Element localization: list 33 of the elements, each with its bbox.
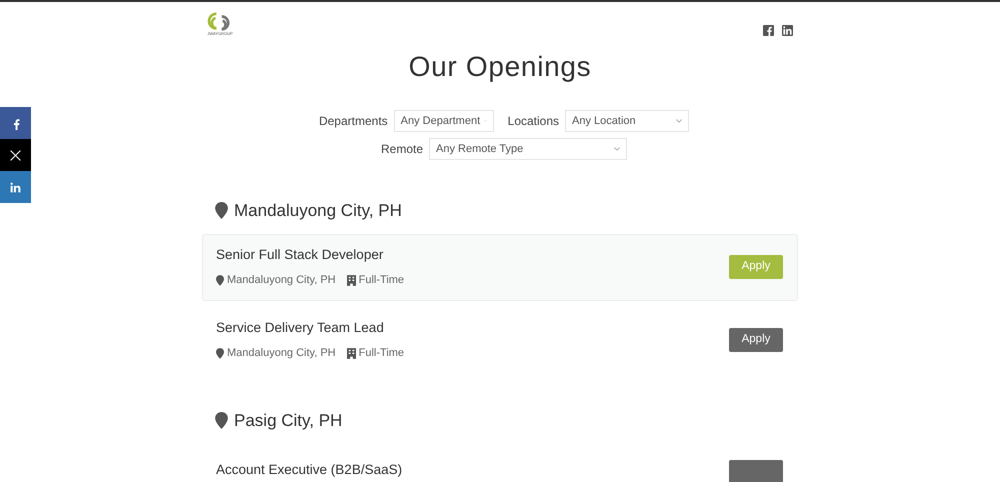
job-type: Full-Time	[358, 346, 404, 362]
job-title[interactable]: Service Delivery Team Lead	[216, 318, 404, 338]
map-pin-icon	[215, 202, 228, 220]
job-card[interactable]: Senior Full Stack Developer Mandaluyong City, PH Full-Time Apply	[202, 234, 798, 300]
building-icon	[346, 275, 356, 286]
location-heading: Pasig City, PH	[234, 410, 342, 432]
x-share-button[interactable]	[0, 139, 31, 171]
filter-label: Remote	[380, 141, 424, 158]
building-icon	[346, 348, 356, 360]
filter-dropdown[interactable]: Any Remote Type	[429, 138, 628, 160]
job-title[interactable]: Senior Full Stack Developer	[216, 245, 404, 266]
job-type: Full-Time	[358, 273, 404, 288]
filter-dropdown[interactable]: Any Department	[394, 110, 494, 132]
job-location: Mandaluyong City, PH	[227, 346, 336, 362]
map-pin-icon	[216, 275, 224, 286]
job-location: Mandaluyong City, PH	[227, 273, 336, 288]
job-title[interactable]: Account Executive (B2B/SaaS)	[216, 460, 402, 480]
chevron-icon	[676, 119, 682, 123]
x-icon	[9, 148, 22, 162]
page-title: Our Openings	[408, 50, 592, 84]
facebook-icon[interactable]	[763, 25, 774, 36]
location-heading: Mandaluyong City, PH	[234, 200, 402, 222]
facebook-share-button[interactable]	[0, 107, 31, 139]
linkedin-share-button[interactable]	[0, 171, 31, 203]
map-pin-icon	[215, 412, 228, 429]
map-pin-icon	[216, 348, 224, 360]
linkedin-icon[interactable]	[782, 25, 793, 36]
apply-button[interactable]: Apply	[729, 328, 783, 352]
filter-label: Locations	[508, 113, 560, 130]
chevron-icon	[614, 147, 620, 151]
filter-dropdown[interactable]: Any Location	[565, 110, 690, 132]
linkedin-icon	[9, 180, 22, 194]
filter-label: Departments	[318, 113, 388, 130]
